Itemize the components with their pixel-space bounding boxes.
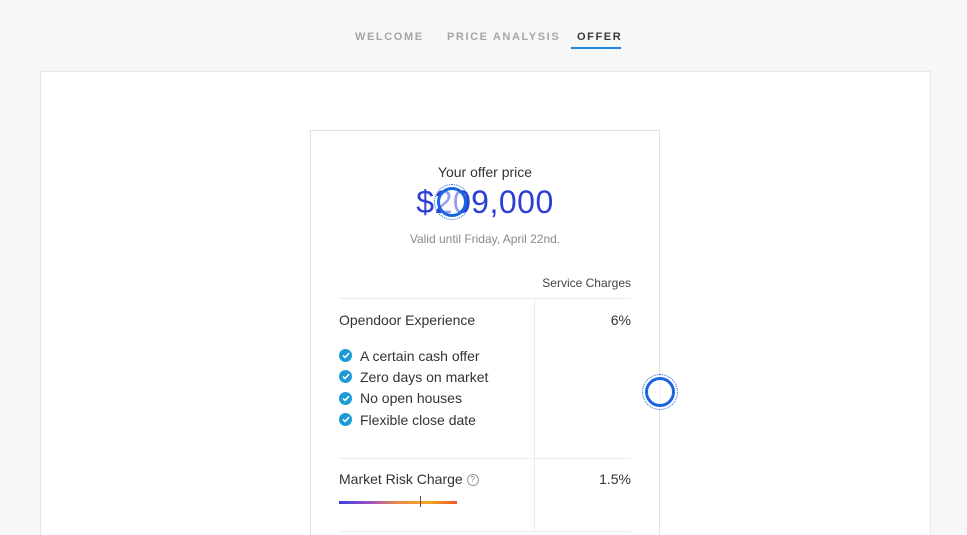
market-risk-row: Market Risk Charge? [339,471,479,487]
active-tab-indicator [571,47,621,49]
feature-label: No open houses [360,390,462,407]
list-item: Zero days on market [339,366,488,387]
tab-welcome[interactable]: WELCOME [355,31,424,43]
experience-charge: 6% [610,312,631,328]
column-divider [534,459,535,531]
risk-gradient-bar [339,501,457,504]
tab-offer[interactable]: OFFER [577,31,622,43]
offer-card: Your offer price $209,000 Valid until Fr… [310,130,660,535]
checkmark-icon [339,413,352,427]
list-item: No open houses [339,388,488,409]
divider [339,458,631,459]
feature-label: Flexible close date [360,411,476,428]
offer-title: Your offer price [437,164,533,180]
touch-indicator [642,374,678,410]
column-divider [534,299,535,458]
divider [339,531,631,532]
touch-indicator [434,184,470,220]
tab-price-analysis[interactable]: PRICE ANALYSIS [447,31,560,43]
checkmark-icon [339,349,352,363]
feature-list: A certain cash offer Zero days on market… [339,345,488,430]
checkmark-icon [339,370,352,384]
list-item: Flexible close date [339,409,488,430]
market-risk-charge: 1.5% [599,471,631,487]
market-risk-label: Market Risk Charge [339,471,463,487]
feature-label: A certain cash offer [360,347,480,364]
offer-valid-date: Valid until Friday, April 22nd. [409,232,561,246]
divider [339,298,631,299]
offer-price: $209,000 [416,184,554,220]
feature-label: Zero days on market [360,368,489,385]
experience-label: Opendoor Experience [339,312,476,328]
risk-level-marker [420,496,421,507]
top-nav: WELCOME PRICE ANALYSIS OFFER [0,0,967,70]
checkmark-icon [339,391,352,405]
list-item: A certain cash offer [339,345,488,366]
service-charges-header: Service Charges [542,276,631,290]
question-circle-icon[interactable]: ? [466,473,479,486]
